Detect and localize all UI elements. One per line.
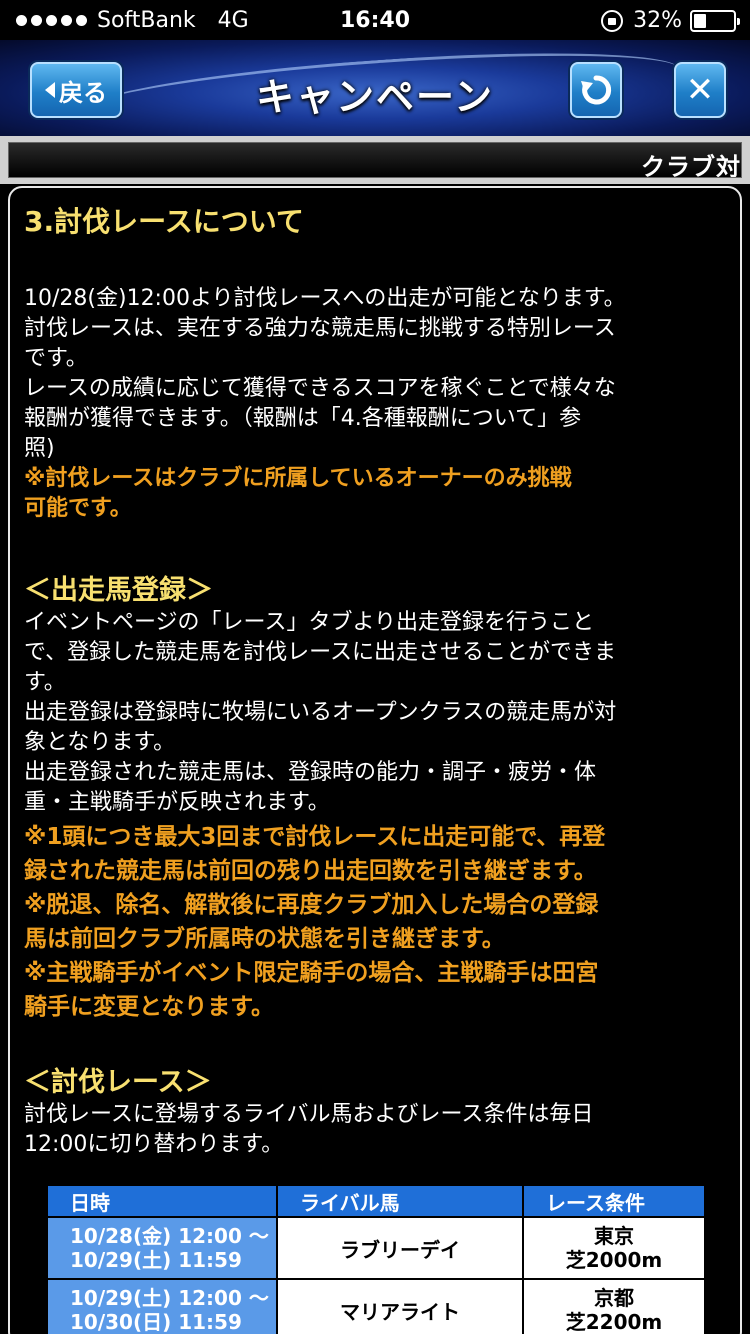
content-panel[interactable]: 3.討伐レースについて 10/28(金)12:00より討伐レースへの出走が可能と… [8,186,742,1334]
table-header-row: 日時 ライバル馬 レース条件 [46,1184,706,1218]
entry-line: 象となります。 [24,730,176,755]
note-line: 騎手に変更となります。 [24,994,275,1020]
intro-note: ※討伐レースはクラブに所属しているオーナーのみ挑戦 可能です。 [24,464,728,524]
reload-button[interactable] [570,62,622,118]
column-header: レース条件 [522,1184,706,1218]
rival-horse-cell: マリアライト [276,1278,524,1334]
content-body: 3.討伐レースについて 10/28(金)12:00より討伐レースへの出走が可能と… [24,200,728,1160]
page-title: キャンペーン [255,75,495,119]
race-paragraph: 討伐レースに登場するライバル馬およびレース条件は毎日 12:00に切り替わります… [24,1100,728,1160]
distance: 芝2000m [565,1248,663,1272]
date-start: 10/28(金) 12:00 〜 [70,1224,269,1248]
note-line: ※主戦騎手がイベント限定騎手の場合、主戦騎手は田宮 [24,960,599,986]
battery-icon [690,9,740,32]
race-condition-cell: 京都 芝2200m [522,1278,706,1334]
intro-line: です。 [24,346,88,371]
entry-notes: ※1頭につき最大3回まで討伐レースに出走可能で、再登 録された競走馬は前回の残り… [24,820,728,1024]
intro-line: 討伐レースは、実在する強力な競走馬に挑戦する特別レース [24,316,616,341]
intro-line: 報酬が獲得できます。（報酬は「4.各種報酬について」参 [24,406,582,431]
status-bar: SoftBank 4G 16:40 32% [0,0,750,40]
section-title: 3.討伐レースについて [24,205,304,238]
date-cell: 10/28(金) 12:00 〜 10/29(土) 11:59 [46,1216,278,1280]
entry-line: 出走登録は登録時に牧場にいるオープンクラスの競走馬が対 [24,700,617,725]
nav-bar: 戻る キャンペーン ✕ [0,40,750,136]
date-cell: 10/29(土) 12:00 〜 10/30(日) 11:59 [46,1278,278,1334]
status-right: 32% [601,8,740,33]
table-row: 10/28(金) 12:00 〜 10/29(土) 11:59 ラブリーデイ 東… [46,1216,706,1280]
news-ticker: クラブ対 [0,136,750,184]
entry-line: 重・主戦騎手が反映されます。 [24,790,330,815]
entry-line: 出走登録された競走馬は、登録時の能力・調子・疲労・体 [24,760,597,785]
rival-horse-cell: ラブリーデイ [276,1216,524,1280]
distance: 芝2200m [565,1310,663,1334]
race-condition-cell: 東京 芝2000m [522,1216,706,1280]
racecourse: 東京 [594,1224,634,1248]
intro-line: 照) [24,436,55,461]
close-button[interactable]: ✕ [674,62,726,118]
entry-paragraph: イベントページの「レース」タブより出走登録を行うこと で、登録した競走馬を討伐レ… [24,608,728,818]
race-line: 12:00に切り替わります。 [24,1132,284,1157]
race-heading: ＜討伐レース＞ [24,1067,212,1098]
reload-icon [581,75,612,105]
note-line: ※1頭につき最大3回まで討伐レースに出走可能で、再登 [24,824,606,850]
entry-line: イベントページの「レース」タブより出走登録を行うこと [24,610,595,635]
column-header: ライバル馬 [276,1184,524,1218]
ticker-track: クラブ対 [8,142,742,178]
date-end: 10/29(土) 11:59 [70,1248,242,1272]
ticker-text: クラブ対 [641,153,741,178]
entry-line: す。 [24,670,66,695]
column-header: 日時 [46,1184,278,1218]
note-line: ※脱退、除名、解散後に再度クラブ加入した場合の登録 [24,892,599,918]
note-line: 馬は前回クラブ所属時の状態を引き継ぎます。 [24,926,505,952]
note-line: 録された競走馬は前回の残り出走回数を引き継ぎます。 [24,858,597,884]
note-line: 可能です。 [24,496,132,521]
race-schedule-table: 日時 ライバル馬 レース条件 10/28(金) 12:00 〜 10/29(土)… [46,1184,706,1334]
intro-line: 10/28(金)12:00より討伐レースへの出走が可能となります。 [24,286,626,311]
date-start: 10/29(土) 12:00 〜 [70,1286,269,1310]
race-line: 討伐レースに登場するライバル馬およびレース条件は毎日 [24,1102,594,1127]
racecourse: 京都 [594,1286,634,1310]
date-end: 10/30(日) 11:59 [70,1310,242,1334]
entry-heading: ＜出走馬登録＞ [24,575,213,606]
rotation-lock-icon [601,9,624,32]
intro-paragraph: 10/28(金)12:00より討伐レースへの出走が可能となります。 討伐レースは… [24,284,728,464]
battery-percent: 32% [633,8,682,33]
entry-line: で、登録した競走馬を討伐レースに出走させることができま [24,640,617,665]
table-row: 10/29(土) 12:00 〜 10/30(日) 11:59 マリアライト 京… [46,1278,706,1334]
close-icon: ✕ [685,70,715,110]
battery-fill [694,13,706,28]
intro-line: レースの成績に応じて獲得できるスコアを稼ぐことで様々な [24,376,616,401]
note-line: ※討伐レースはクラブに所属しているオーナーのみ挑戦 [24,466,572,491]
